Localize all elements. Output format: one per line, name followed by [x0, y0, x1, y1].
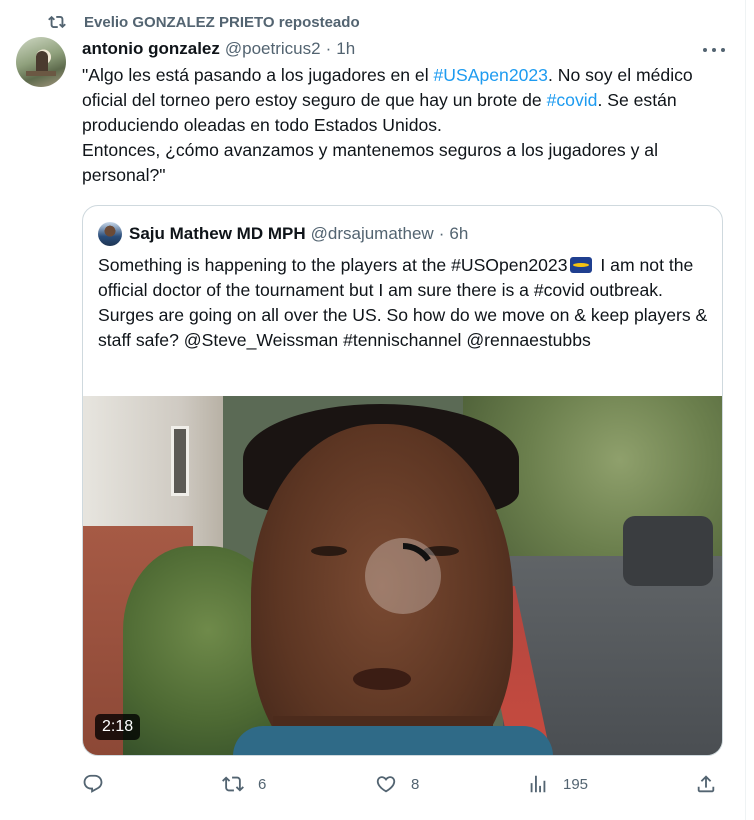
- tweet-text-part: Entonces, ¿cómo avanzamos y mantenemos s…: [82, 140, 658, 185]
- video-bg-car: [623, 516, 713, 586]
- quote-author-handle[interactable]: @drsajumathew: [311, 224, 434, 244]
- author-handle[interactable]: @poetricus2: [225, 39, 321, 59]
- video-person-shirt: [233, 726, 553, 755]
- repost-icon: [48, 13, 66, 31]
- reply-button[interactable]: [82, 766, 118, 802]
- tweet-time[interactable]: 1h: [336, 39, 355, 59]
- share-button[interactable]: [695, 766, 717, 802]
- tweet-header: antonio gonzalez @poetricus2 · 1h: [82, 37, 355, 61]
- repost-count: 6: [258, 775, 267, 793]
- quote-header: Saju Mathew MD MPH @drsajumathew · 6h: [98, 222, 468, 246]
- like-button[interactable]: 8: [375, 766, 419, 802]
- like-count: 8: [411, 775, 420, 793]
- tweet-card[interactable]: Evelio GONZALEZ PRIETO reposteado antoni…: [0, 0, 746, 820]
- views-button[interactable]: 195: [527, 766, 588, 802]
- action-bar: 6 8 195: [82, 766, 732, 802]
- more-dot: [721, 48, 725, 52]
- repost-label: Evelio GONZALEZ PRIETO reposteado: [84, 13, 360, 31]
- quoted-tweet[interactable]: Saju Mathew MD MPH @drsajumathew · 6h So…: [82, 205, 723, 756]
- author-avatar[interactable]: [16, 37, 66, 87]
- tweet-text: "Algo les está pasando a los jugadores e…: [82, 63, 732, 188]
- flag-emoji-icon: [569, 257, 592, 273]
- video-person-mouth: [353, 668, 411, 690]
- video-duration-badge: 2:18: [95, 714, 141, 740]
- header-separator: ·: [325, 39, 332, 58]
- reply-icon: [83, 774, 103, 793]
- quote-header-separator: ·: [438, 224, 445, 243]
- video-person-eye: [311, 546, 347, 556]
- author-name[interactable]: antonio gonzalez: [82, 39, 220, 59]
- video-bg-window: [171, 426, 189, 496]
- more-dot: [703, 48, 707, 52]
- quote-text: Something is happening to the players at…: [98, 253, 710, 353]
- loading-spinner-icon: [365, 538, 441, 614]
- quote-time[interactable]: 6h: [449, 224, 468, 244]
- quote-author-name[interactable]: Saju Mathew MD MPH: [129, 224, 306, 244]
- avatar-bench: [26, 71, 56, 76]
- quote-author-avatar[interactable]: [98, 222, 122, 246]
- heart-icon: [376, 776, 396, 793]
- repost-button[interactable]: 6: [222, 766, 266, 802]
- video-player[interactable]: 2:18: [83, 396, 722, 755]
- repost-indicator[interactable]: Evelio GONZALEZ PRIETO reposteado: [48, 10, 360, 34]
- views-count: 195: [563, 775, 589, 793]
- more-options-icon[interactable]: [703, 40, 725, 60]
- quote-text-part: Something is happening to the players at…: [98, 255, 568, 275]
- hashtag-link[interactable]: #covid: [547, 90, 598, 110]
- spinner-progress-arc: [402, 543, 431, 562]
- more-dot: [712, 48, 716, 52]
- analytics-icon: [530, 775, 546, 793]
- share-icon: [697, 775, 715, 793]
- hashtag-link[interactable]: #USApen2023: [434, 65, 548, 85]
- repost-action-icon: [222, 776, 244, 792]
- tweet-text-part: "Algo les está pasando a los jugadores e…: [82, 65, 434, 85]
